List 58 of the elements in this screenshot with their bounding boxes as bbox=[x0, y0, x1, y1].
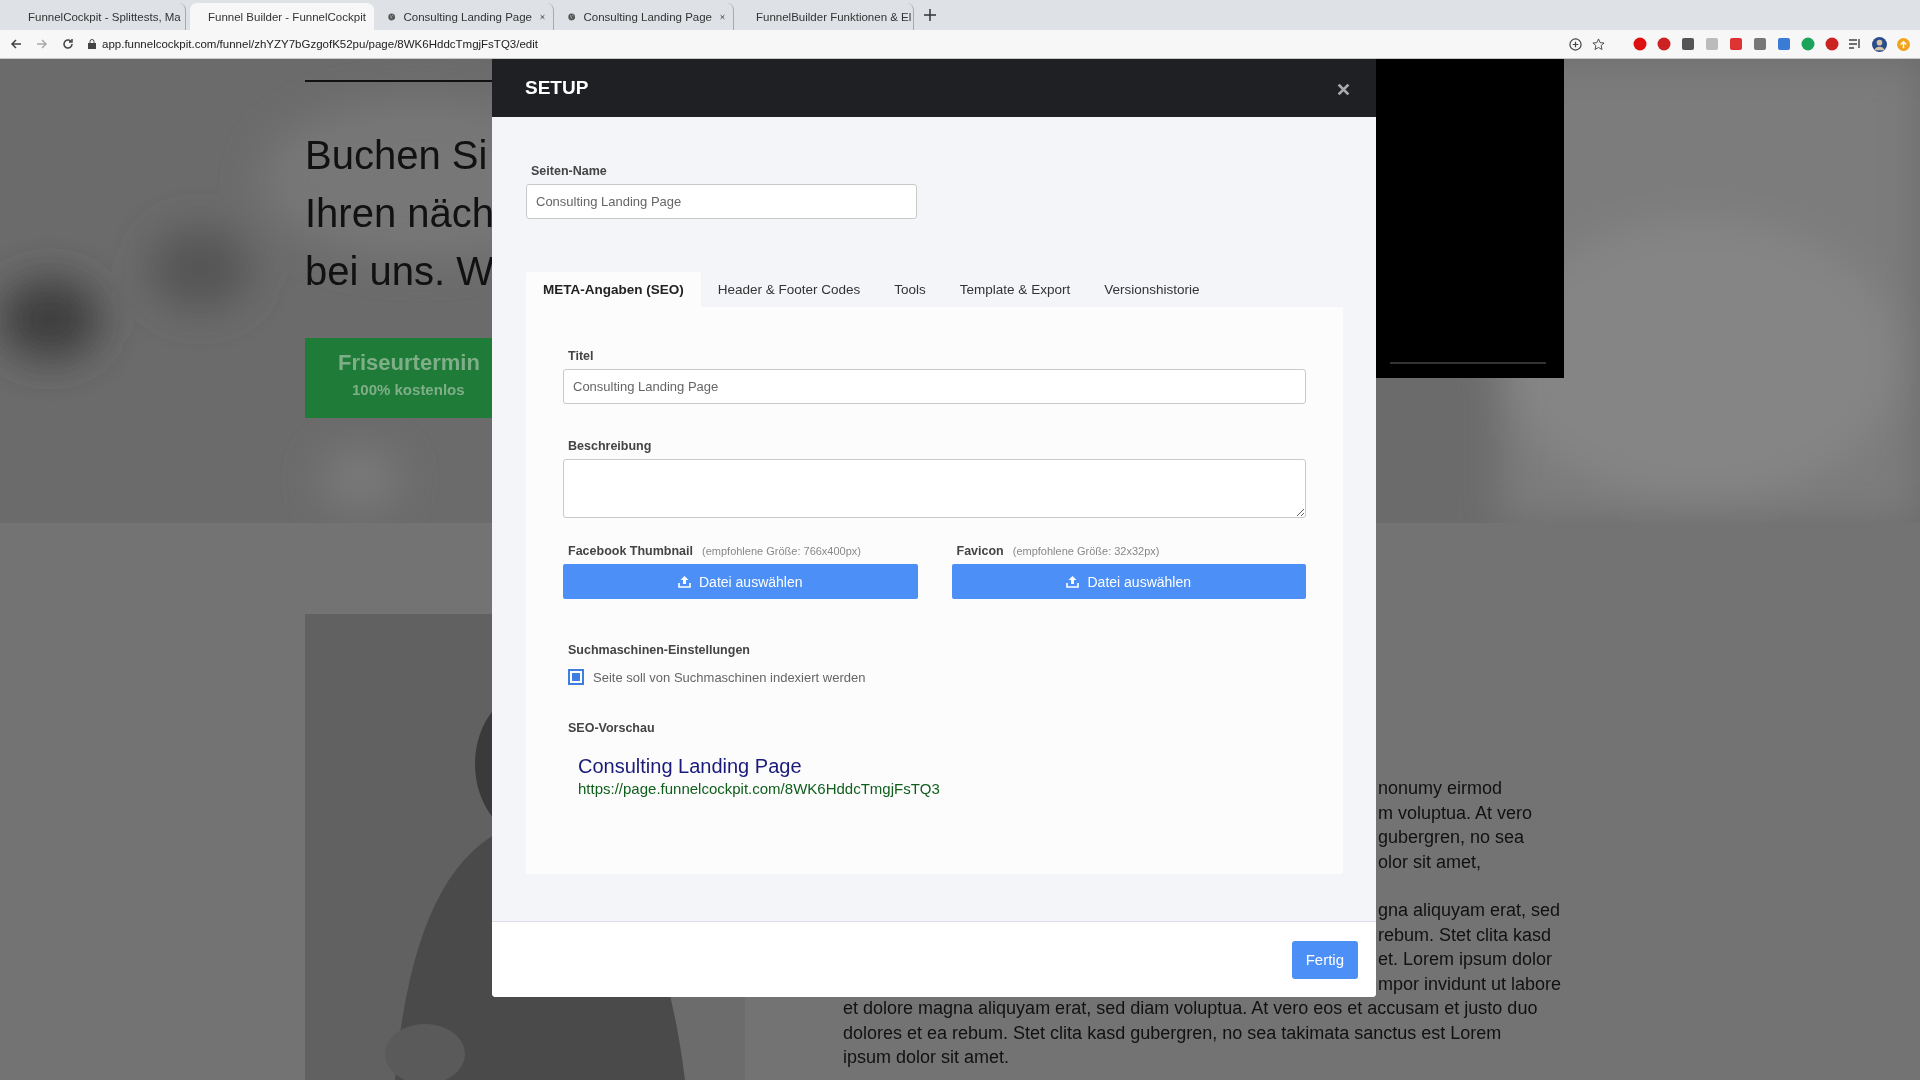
close-icon[interactable] bbox=[540, 12, 545, 21]
hero-heading: Ihren näch bbox=[305, 190, 495, 237]
preview-title: Consulting Landing Page bbox=[578, 755, 803, 778]
field-label: SEO-Vorschau bbox=[568, 721, 656, 735]
preview-url: https://page.funnelcockpit.com/8WK6HddcTmgjFsTQ3 bbox=[578, 780, 941, 797]
settings-tab[interactable]: Template & Export bbox=[942, 272, 1088, 307]
settings-tab[interactable]: Versionshistorie bbox=[1087, 272, 1217, 307]
page-name-field[interactable]: Consulting Landing Page bbox=[526, 184, 917, 219]
field-label: Titel bbox=[568, 349, 595, 363]
body-text: et. Lorem ipsum dolor bbox=[1378, 948, 1553, 971]
field-label: Suchmaschinen-Einstellungen bbox=[568, 643, 751, 657]
add-icon[interactable] bbox=[1569, 37, 1582, 51]
body-text: dolores et ea rebum. Stet clita kasd gubergren, no sea takimata sanctus est Lorem bbox=[843, 1021, 1502, 1045]
extension-icon[interactable] bbox=[1657, 37, 1671, 51]
body-text: gna aliquyam erat, sed bbox=[1378, 899, 1561, 922]
title-field[interactable]: Consulting Landing Page bbox=[563, 369, 1306, 404]
extension-icon[interactable] bbox=[1729, 37, 1743, 51]
star-icon[interactable] bbox=[1592, 37, 1605, 51]
field-label: Favicon bbox=[956, 544, 1004, 558]
settings-tab[interactable]: Header & Footer Codes bbox=[700, 272, 878, 307]
body-text: mpor invidunt ut labore bbox=[1378, 972, 1562, 996]
upload-icon bbox=[678, 575, 691, 588]
browser-tab[interactable]: Funnel Builder - FunnelCockpit bbox=[190, 3, 374, 30]
new-tab-icon[interactable] bbox=[924, 9, 936, 21]
extension-icon[interactable] bbox=[1825, 37, 1839, 51]
body-text: m voluptua. At vero bbox=[1378, 801, 1533, 825]
extension-icon[interactable] bbox=[1753, 37, 1767, 51]
extension-icon[interactable] bbox=[1801, 37, 1815, 51]
extension-icon[interactable] bbox=[1777, 37, 1791, 51]
reload-icon[interactable] bbox=[62, 38, 74, 50]
lock-icon bbox=[88, 39, 96, 49]
body-text: nonumy eirmod bbox=[1378, 777, 1503, 800]
body-text: et dolore magna aliquyam erat, sed diam voluptua. At vero eos et accusam et justo duo bbox=[843, 997, 1538, 1020]
description-field[interactable] bbox=[563, 459, 1306, 518]
extension-icon[interactable] bbox=[1681, 37, 1695, 51]
hero-heading: bei uns. W bbox=[305, 248, 495, 295]
avatar-icon[interactable] bbox=[1872, 36, 1887, 52]
settings-tab[interactable]: Tools bbox=[877, 272, 943, 307]
settings-tab[interactable]: META-Angaben (SEO) bbox=[526, 272, 701, 307]
body-text: ipsum dolor sit amet. bbox=[843, 1046, 1010, 1069]
hero-heading: Buchen Si bbox=[305, 132, 489, 179]
index-checkbox[interactable] bbox=[568, 669, 584, 685]
body-text: gubergren, no sea bbox=[1378, 826, 1525, 849]
checkbox-label: Seite soll von Suchmaschinen indexiert werden bbox=[593, 669, 866, 685]
upload-icon bbox=[1066, 575, 1080, 588]
field-label: Beschreibung bbox=[568, 439, 653, 453]
field-label: Facebook Thumbnail bbox=[568, 544, 693, 558]
close-icon[interactable] bbox=[1337, 83, 1350, 96]
dialog-title: SETUP bbox=[525, 77, 589, 99]
playlist-icon[interactable] bbox=[1849, 38, 1862, 50]
close-icon[interactable] bbox=[720, 12, 725, 21]
size-hint: (empfohlene Größe: 766x400px) bbox=[702, 545, 861, 557]
extension-icon[interactable] bbox=[1633, 37, 1647, 51]
body-text: olor sit amet, bbox=[1378, 850, 1482, 874]
field-label: Seiten-Name bbox=[531, 164, 608, 178]
back-icon[interactable] bbox=[10, 38, 22, 50]
body-text: rebum. Stet clita kasd bbox=[1378, 923, 1552, 947]
size-hint: (empfohlene Größe: 32x32px) bbox=[1012, 545, 1160, 557]
